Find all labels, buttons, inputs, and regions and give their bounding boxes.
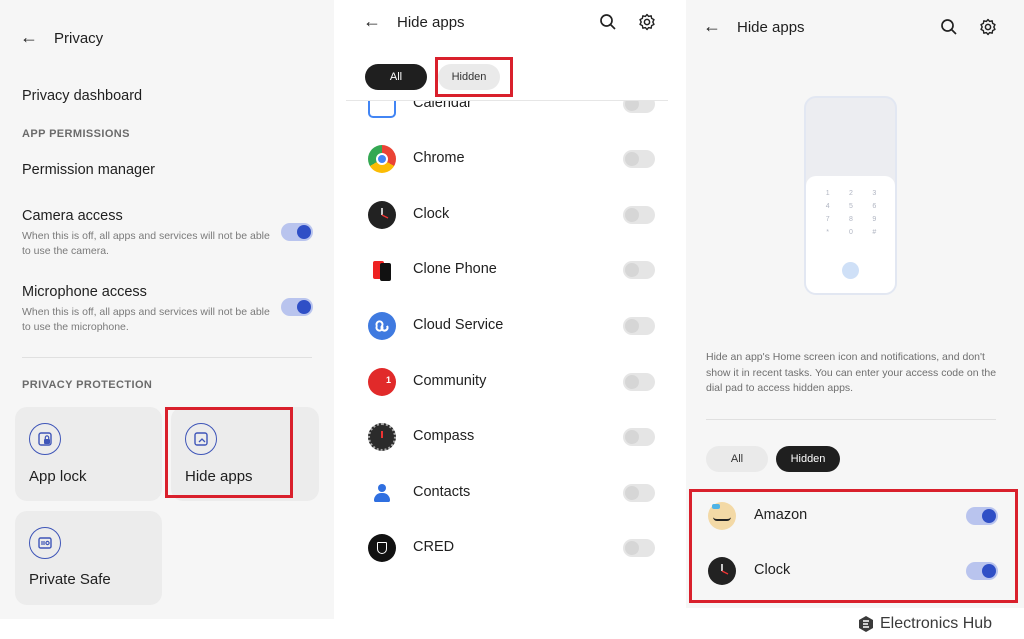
divider: [346, 100, 668, 101]
app-toggle[interactable]: [623, 150, 655, 168]
permission-manager-item[interactable]: Permission manager: [22, 162, 155, 178]
dialpad-key: *: [826, 229, 830, 236]
dialpad-key: 9: [872, 216, 877, 223]
app-toggle[interactable]: [623, 484, 655, 502]
app-toggle[interactable]: [623, 261, 655, 279]
safe-icon: [29, 527, 61, 559]
list-item-compass[interactable]: Compass: [346, 409, 668, 465]
back-arrow-icon[interactable]: ←: [703, 16, 721, 37]
dialpad: 1 2 3 4 5 6 7 8 9 * 0 #: [806, 176, 895, 293]
cred-icon: [368, 534, 396, 562]
app-name: CRED: [413, 539, 455, 555]
gear-icon[interactable]: [979, 18, 997, 36]
list-item-cred[interactable]: CRED: [346, 520, 668, 576]
app-lock-label: App lock: [29, 468, 87, 485]
hide-apps-description: Hide an app's Home screen icon and notif…: [706, 351, 997, 394]
highlight-box: [435, 57, 513, 97]
compass-icon: [368, 423, 396, 451]
camera-access-title: Camera access: [22, 208, 123, 224]
watermark: Electronics Hub: [858, 614, 992, 634]
dialpad-key: 5: [849, 203, 853, 210]
privacy-screen: ← Privacy Privacy dashboard APP PERMISSI…: [0, 0, 334, 619]
list-item-community[interactable]: 1 Community: [346, 354, 668, 410]
back-arrow-icon[interactable]: ←: [20, 27, 38, 48]
private-safe-label: Private Safe: [29, 571, 111, 588]
page-title: Privacy: [54, 30, 104, 47]
watermark-text: Electronics Hub: [880, 615, 993, 632]
dialpad-key: 7: [825, 216, 830, 223]
dialpad-key: 4: [825, 203, 830, 210]
tab-hidden[interactable]: Hidden: [776, 446, 840, 472]
dialpad-key: 8: [849, 216, 853, 223]
back-arrow-icon[interactable]: ←: [363, 11, 381, 32]
camera-access-description: When this is off, all apps and services …: [22, 230, 270, 257]
app-name: Compass: [413, 428, 475, 444]
app-name: Calendar: [413, 95, 472, 111]
app-toggle[interactable]: [623, 101, 655, 113]
app-name: Contacts: [413, 484, 471, 500]
clone-phone-icon: [368, 256, 396, 284]
dialpad-key: 3: [872, 190, 877, 197]
hide-apps-hidden-screen: ← Hide apps 1 2 3 4 5 6 7 8 9 * 0 # Hide an app's H…: [686, 0, 1024, 608]
camera-access-toggle[interactable]: [281, 223, 313, 241]
private-safe-card[interactable]: Private Safe: [15, 511, 162, 605]
microphone-access-title: Microphone access: [22, 284, 147, 300]
app-permissions-header: APP PERMISSIONS: [22, 128, 130, 140]
app-name: Cloud Service: [413, 317, 504, 333]
list-item-cloud-service[interactable]: Cloud Service: [346, 298, 668, 354]
community-icon: 1: [368, 368, 396, 396]
cloud-service-icon: [368, 312, 396, 340]
gear-icon[interactable]: [638, 13, 656, 31]
hide-apps-all-screen: ← Hide apps All Hidden Calendar Chrome C…: [346, 0, 668, 578]
app-toggle[interactable]: [623, 206, 655, 224]
call-icon: [842, 262, 859, 279]
app-name: Clone Phone: [413, 261, 497, 277]
app-name: Clock: [413, 206, 450, 222]
search-icon[interactable]: [940, 18, 958, 36]
list-item-chrome[interactable]: Chrome: [346, 131, 668, 187]
tab-all[interactable]: All: [706, 446, 768, 472]
app-toggle[interactable]: [623, 428, 655, 446]
calendar-icon: [368, 101, 396, 118]
microphone-access-description: When this is off, all apps and services …: [22, 306, 270, 333]
app-toggle[interactable]: [623, 539, 655, 557]
list-item-clock[interactable]: Clock: [346, 187, 668, 243]
dialpad-key: 2: [849, 190, 853, 197]
app-name: Community: [413, 373, 487, 389]
electronics-hub-logo-icon: [859, 616, 873, 632]
tab-all[interactable]: All: [365, 64, 427, 90]
dialpad-key: 6: [872, 203, 877, 210]
dialpad-key: 1: [825, 190, 830, 197]
divider: [22, 357, 312, 358]
dialpad-key: #: [872, 229, 877, 236]
privacy-protection-header: PRIVACY PROTECTION: [22, 379, 153, 391]
list-item-clone-phone[interactable]: Clone Phone: [346, 242, 668, 298]
lock-icon: [29, 423, 61, 455]
dialpad-key: 0: [849, 229, 853, 236]
app-toggle[interactable]: [623, 373, 655, 391]
list-item-contacts[interactable]: Contacts: [346, 465, 668, 521]
app-toggle[interactable]: [623, 317, 655, 335]
app-name: Chrome: [413, 150, 465, 166]
privacy-dashboard-item[interactable]: Privacy dashboard: [22, 88, 142, 104]
chrome-icon: [368, 145, 396, 173]
app-lock-card[interactable]: App lock: [15, 407, 162, 501]
dialpad-illustration: 1 2 3 4 5 6 7 8 9 * 0 #: [804, 96, 897, 295]
search-icon[interactable]: [599, 13, 617, 31]
page-title: Hide apps: [397, 14, 465, 31]
clock-icon: [368, 201, 396, 229]
contacts-icon: [368, 479, 396, 507]
highlight-box: [689, 489, 1018, 603]
page-title: Hide apps: [737, 19, 805, 36]
divider: [706, 419, 996, 420]
microphone-access-toggle[interactable]: [281, 298, 313, 316]
highlight-box: [165, 407, 293, 498]
notification-badge: 1: [386, 375, 392, 385]
